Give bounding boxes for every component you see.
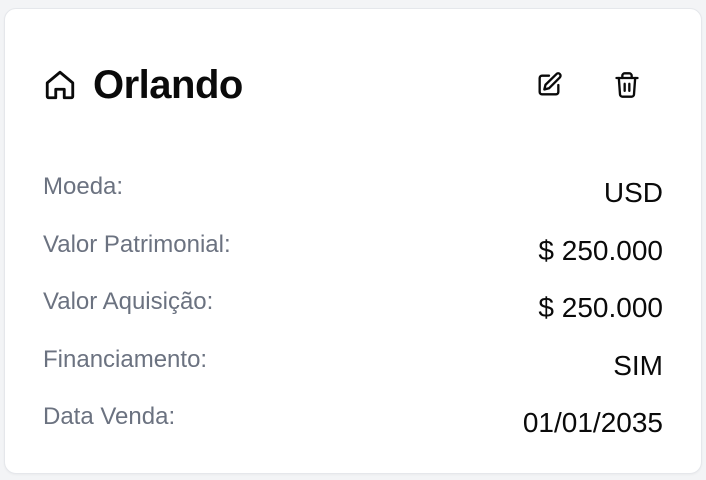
detail-row-moeda: Moeda: USD bbox=[43, 169, 663, 227]
detail-label: Valor Aquisição: bbox=[43, 288, 214, 315]
card-title: Orlando bbox=[93, 63, 243, 107]
home-icon bbox=[43, 68, 77, 102]
detail-value: $ 250.000 bbox=[538, 292, 663, 323]
detail-label: Valor Patrimonial: bbox=[43, 230, 231, 258]
detail-row-valor-aquisicao: Valor Aquisição: $ 250.000 bbox=[43, 284, 663, 342]
detail-label: Moeda: bbox=[43, 173, 124, 200]
card-actions bbox=[527, 63, 649, 107]
edit-icon bbox=[535, 71, 563, 99]
trash-icon bbox=[613, 71, 641, 99]
details-list: Moeda: USD Valor Patrimonial: $ 250.000 … bbox=[43, 169, 663, 457]
detail-row-valor-patrimonial: Valor Patrimonial: $ 250.000 bbox=[43, 227, 663, 285]
detail-row-financiamento: Financiamento: SIM bbox=[43, 342, 663, 400]
card-header: Orlando bbox=[43, 61, 663, 109]
edit-button[interactable] bbox=[527, 63, 571, 107]
asset-card: Orlando Moeda: USD Valor Patrimonial: $ … bbox=[4, 8, 702, 474]
detail-value: USD bbox=[603, 177, 663, 208]
detail-value: $ 250.000 bbox=[538, 234, 663, 266]
detail-label: Data Venda: bbox=[43, 403, 176, 430]
detail-label: Financiamento: bbox=[43, 345, 208, 373]
delete-button[interactable] bbox=[605, 63, 649, 107]
detail-value: 01/01/2035 bbox=[522, 407, 663, 438]
detail-row-data-venda: Data Venda: 01/01/2035 bbox=[43, 399, 663, 457]
title-group: Orlando bbox=[43, 65, 243, 105]
detail-value: SIM bbox=[613, 349, 663, 381]
